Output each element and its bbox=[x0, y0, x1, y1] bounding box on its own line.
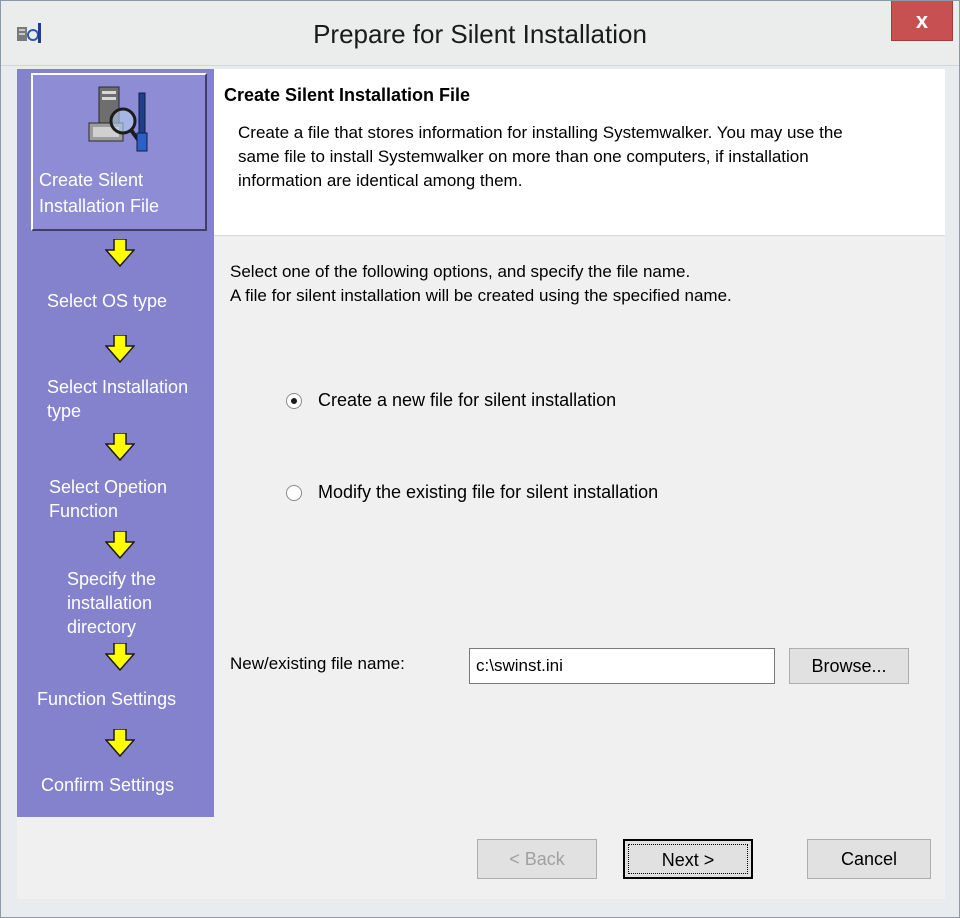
next-button[interactable]: Next > bbox=[623, 839, 753, 879]
dialog-window: Prepare for Silent Installation x Create… bbox=[0, 0, 960, 918]
step-create-silent-file: Create Silent Installation File bbox=[31, 73, 207, 231]
window-title: Prepare for Silent Installation bbox=[313, 19, 647, 49]
back-button[interactable]: < Back bbox=[477, 839, 597, 879]
wizard-steps-sidebar: Create Silent Installation File Select O… bbox=[17, 69, 214, 817]
close-button[interactable]: x bbox=[891, 1, 953, 41]
dialog-footer: < Back Next > Cancel bbox=[17, 817, 945, 899]
title-bar[interactable]: Prepare for Silent Installation x bbox=[1, 1, 959, 66]
browse-button[interactable]: Browse... bbox=[789, 648, 909, 684]
file-name-label: New/existing file name: bbox=[230, 654, 405, 673]
step-arrow-down-icon bbox=[105, 335, 135, 363]
instructions-text: Select one of the following options, and… bbox=[230, 260, 890, 308]
step-label-select-os: Select OS type bbox=[47, 291, 168, 311]
option-modify-existing-label[interactable]: Modify the existing file for silent inst… bbox=[318, 482, 658, 503]
radio-create-new[interactable] bbox=[286, 392, 302, 409]
step-arrow-down-icon bbox=[105, 531, 135, 559]
step-arrow-down-icon bbox=[105, 239, 135, 267]
radio-modify-existing[interactable] bbox=[286, 484, 302, 501]
step-label-confirm-settings: Confirm Settings bbox=[41, 775, 175, 795]
option-modify-existing-file[interactable]: Modify the existing file for silent inst… bbox=[286, 482, 658, 503]
page-description: Create a file that stores information fo… bbox=[238, 123, 843, 190]
computer-magnifier-icon bbox=[88, 86, 148, 152]
options-panel: Select one of the following options, and… bbox=[214, 236, 945, 817]
option-create-new-label[interactable]: Create a new file for silent installatio… bbox=[318, 390, 616, 411]
step-label-create-silent-file: Create Silent Installation File bbox=[39, 170, 160, 216]
dialog-content: Create Silent Installation File Select O… bbox=[17, 69, 945, 899]
step-label-select-installation-type: Select Installation type bbox=[47, 377, 189, 421]
instructions-line-2: A file for silent installation will be c… bbox=[230, 286, 732, 305]
instructions-line-1: Select one of the following options, and… bbox=[230, 262, 691, 281]
step-arrow-down-icon bbox=[105, 643, 135, 671]
option-create-new-file[interactable]: Create a new file for silent installatio… bbox=[286, 390, 616, 411]
page-title: Create Silent Installation File bbox=[224, 85, 471, 105]
step-label-select-option-function: Select Opetion Function bbox=[49, 477, 168, 521]
step-label-function-settings: Function Settings bbox=[37, 689, 177, 709]
step-label-specify-directory: Specify the installation directory bbox=[67, 569, 157, 637]
page-header: Create Silent Installation File Create a… bbox=[214, 69, 945, 236]
cancel-button[interactable]: Cancel bbox=[807, 839, 931, 879]
file-name-input[interactable] bbox=[469, 648, 775, 684]
step-arrow-down-icon bbox=[105, 433, 135, 461]
step-arrow-down-icon bbox=[105, 729, 135, 757]
